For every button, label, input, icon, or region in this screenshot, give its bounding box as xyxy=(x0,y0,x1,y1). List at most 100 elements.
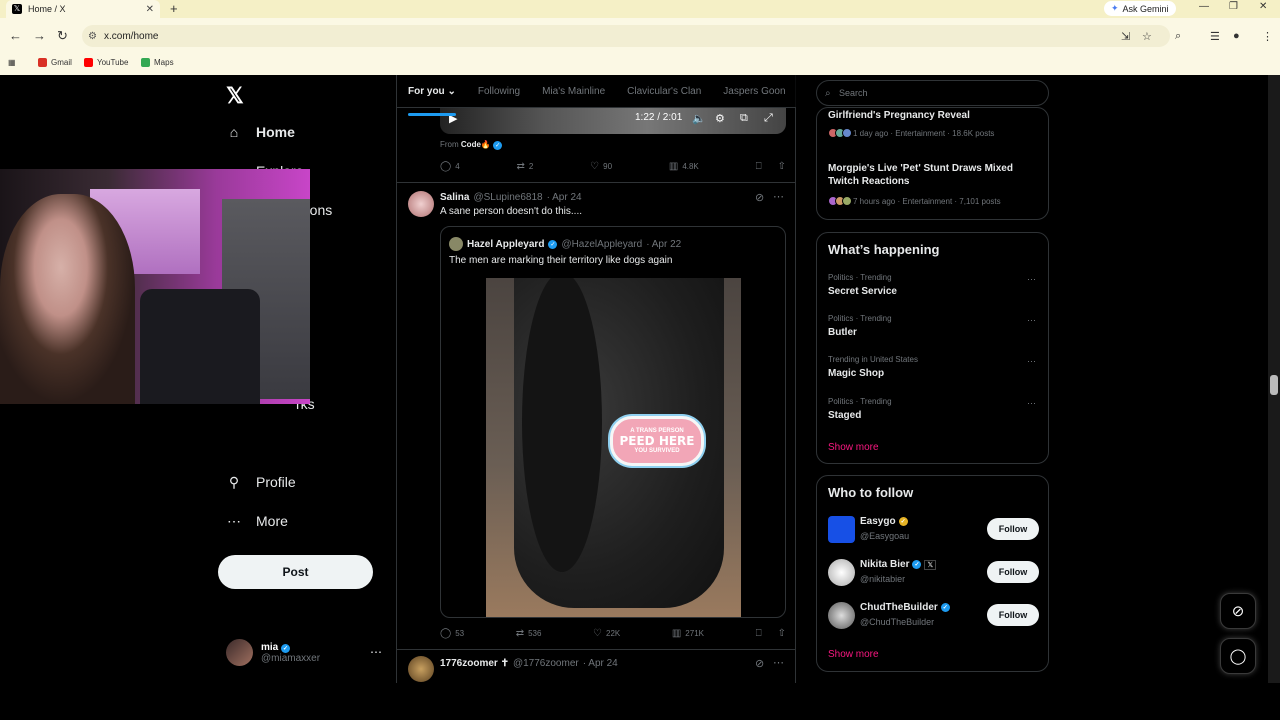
bookmark-gmail[interactable]: Gmail xyxy=(38,58,72,67)
ask-gemini-button[interactable]: ✦ Ask Gemini xyxy=(1104,1,1176,16)
x-logo-icon[interactable]: 𝕏 xyxy=(226,83,244,109)
follow-button[interactable]: Follow xyxy=(987,604,1039,626)
tab-following[interactable]: Following xyxy=(478,75,520,107)
reply-button[interactable]: ◯ 4 xyxy=(440,161,460,172)
tweet-more-icon[interactable]: ⋯ xyxy=(773,656,784,669)
follow-avatar[interactable] xyxy=(828,559,855,586)
follow-name[interactable]: ChudTheBuilder xyxy=(860,602,938,613)
video-settings-icon[interactable]: ⚙ xyxy=(715,112,725,125)
install-app-icon[interactable]: ⇲ xyxy=(1121,30,1130,43)
tweet-author[interactable]: Salina xyxy=(440,192,469,203)
like-button[interactable]: ♡ 22K xyxy=(593,628,620,639)
nav-more[interactable]: ⋯ More xyxy=(226,512,288,530)
more-circle-icon: ⋯ xyxy=(227,512,241,529)
video-player[interactable] xyxy=(440,108,786,134)
reply-button[interactable]: ◯ 53 xyxy=(440,628,464,639)
show-more-link[interactable]: Show more xyxy=(828,442,879,453)
trend-name[interactable]: Staged xyxy=(828,410,861,421)
browser-tab[interactable]: 𝕏 Home / X ✕ xyxy=(6,0,160,18)
views-icon: ▥ xyxy=(668,161,679,172)
bookmark-maps[interactable]: Maps xyxy=(141,58,174,67)
menu-icon[interactable]: ⋮ xyxy=(1262,30,1273,43)
tab-close-icon[interactable]: ✕ xyxy=(146,4,154,15)
follow-name[interactable]: Easygo xyxy=(860,516,896,527)
like-button[interactable]: ♡ 90 xyxy=(590,161,612,172)
tweet-handle[interactable]: @SLupine6818 xyxy=(473,192,542,203)
tweet-avatar[interactable] xyxy=(408,191,434,217)
bookmark-youtube[interactable]: YouTube xyxy=(84,58,128,67)
follow-name[interactable]: Nikita Bier xyxy=(860,559,909,570)
trend-name[interactable]: Butler xyxy=(828,327,857,338)
trend-more-icon[interactable]: ⋯ xyxy=(1027,274,1036,285)
tweet-date[interactable]: · Apr 24 xyxy=(547,192,582,203)
grok-icon[interactable]: ⊘ xyxy=(755,191,764,204)
views-button[interactable]: ▥ 271K xyxy=(672,628,704,639)
heart-icon: ♡ xyxy=(590,161,600,172)
tweet-more-icon[interactable]: ⋯ xyxy=(773,190,784,203)
bookmark-button[interactable]: ⎕ ⇧ xyxy=(756,628,786,639)
news-meta-row: 1 day ago · Entertainment · 18.6K posts xyxy=(828,128,994,138)
address-bar[interactable]: ⚙ x.com/home xyxy=(82,25,1170,47)
repost-button[interactable]: ⇄ 2 xyxy=(516,161,533,172)
trend-more-icon[interactable]: ⋯ xyxy=(1027,398,1036,409)
trend-more-icon[interactable]: ⋯ xyxy=(1027,356,1036,367)
restore-icon[interactable]: ❐ xyxy=(1229,1,1238,12)
reload-icon[interactable]: ↻ xyxy=(57,28,68,44)
share-icon[interactable]: ⇧ xyxy=(778,161,786,172)
volume-icon[interactable]: 🔈 xyxy=(692,112,706,125)
minimize-icon[interactable]: — xyxy=(1199,1,1209,12)
account-switcher[interactable]: mia ✓ @miamaxxer xyxy=(226,639,320,666)
lens-icon[interactable]: ⌕ xyxy=(1175,30,1181,43)
like-count: 22K xyxy=(606,629,621,638)
show-more-link[interactable]: Show more xyxy=(828,649,879,660)
search-input[interactable]: ⌕ Search xyxy=(816,80,1049,106)
quoted-tweet[interactable]: Hazel Appleyard ✓ @HazelAppleyard · Apr … xyxy=(440,226,786,618)
nav-home[interactable]: ⌂ Home xyxy=(226,124,295,140)
grok-button[interactable]: ⊘ xyxy=(1220,593,1256,629)
apps-grid-icon[interactable]: ▦ xyxy=(8,58,16,67)
share-icon[interactable]: ⇧ xyxy=(778,628,786,639)
tweet-author[interactable]: 1776zoomer ✝ xyxy=(440,658,509,669)
trend-name[interactable]: Secret Service xyxy=(828,286,897,297)
grok-icon[interactable]: ⊘ xyxy=(755,657,764,670)
tab-mias-mainline[interactable]: Mia's Mainline xyxy=(542,75,605,107)
views-button[interactable]: ▥ 4.8K xyxy=(669,161,699,172)
follow-avatar[interactable] xyxy=(828,602,855,629)
trend-name[interactable]: Magic Shop xyxy=(828,368,884,379)
media-icon[interactable]: ☰ xyxy=(1210,30,1220,43)
quote-image[interactable]: A TRANS PERSON PEED HERE YOU SURVIVED xyxy=(486,278,741,617)
tab-claviculars-clan[interactable]: Clavicular's Clan xyxy=(627,75,701,107)
follow-button[interactable]: Follow xyxy=(987,518,1039,540)
account-more-icon[interactable]: ⋯ xyxy=(370,645,382,659)
site-settings-icon[interactable]: ⚙ xyxy=(88,31,97,42)
forward-icon[interactable]: → xyxy=(33,28,46,43)
bookmark-star-icon[interactable]: ☆ xyxy=(1142,30,1152,43)
webcam-chair xyxy=(140,289,260,404)
popout-icon[interactable]: ⧉ xyxy=(740,112,748,125)
tab-jaspers-goon[interactable]: Jaspers Goon xyxy=(723,75,785,107)
trend-more-icon[interactable]: ⋯ xyxy=(1027,315,1036,326)
fullscreen-icon[interactable]: ⤢ xyxy=(764,112,773,125)
news-title[interactable]: Girlfriend's Pregnancy Reveal xyxy=(828,109,1038,122)
tweet-date[interactable]: · Apr 24 xyxy=(583,658,618,669)
repost-count: 536 xyxy=(528,629,542,638)
window-close-icon[interactable]: ✕ xyxy=(1259,1,1267,12)
news-title[interactable]: Morgpie's Live 'Pet' Stunt Draws Mixed T… xyxy=(828,162,1038,188)
repost-button[interactable]: ⇄ 536 xyxy=(516,628,542,639)
bookmark-button[interactable]: ⎕ ⇧ xyxy=(756,161,786,172)
quote-text: The men are marking their territory like… xyxy=(449,255,673,266)
tab-for-you[interactable]: For you ⌄ xyxy=(408,75,456,116)
scrollbar-thumb[interactable] xyxy=(1270,375,1278,395)
tweet-avatar[interactable] xyxy=(408,656,434,682)
messages-button[interactable]: ◯ xyxy=(1220,638,1256,674)
follow-avatar[interactable] xyxy=(828,516,855,543)
profile-avatar-icon[interactable]: ● xyxy=(1233,30,1240,42)
post-button[interactable]: Post xyxy=(218,555,373,589)
webcam-overlay xyxy=(0,169,310,404)
new-tab-button[interactable]: + xyxy=(170,1,178,16)
tweet-handle[interactable]: @1776zoomer xyxy=(513,658,579,669)
nav-profile[interactable]: ⚲ Profile xyxy=(226,474,296,491)
back-icon[interactable]: ← xyxy=(9,28,22,43)
follow-button[interactable]: Follow xyxy=(987,561,1039,583)
from-name[interactable]: Code🔥 xyxy=(461,140,491,149)
